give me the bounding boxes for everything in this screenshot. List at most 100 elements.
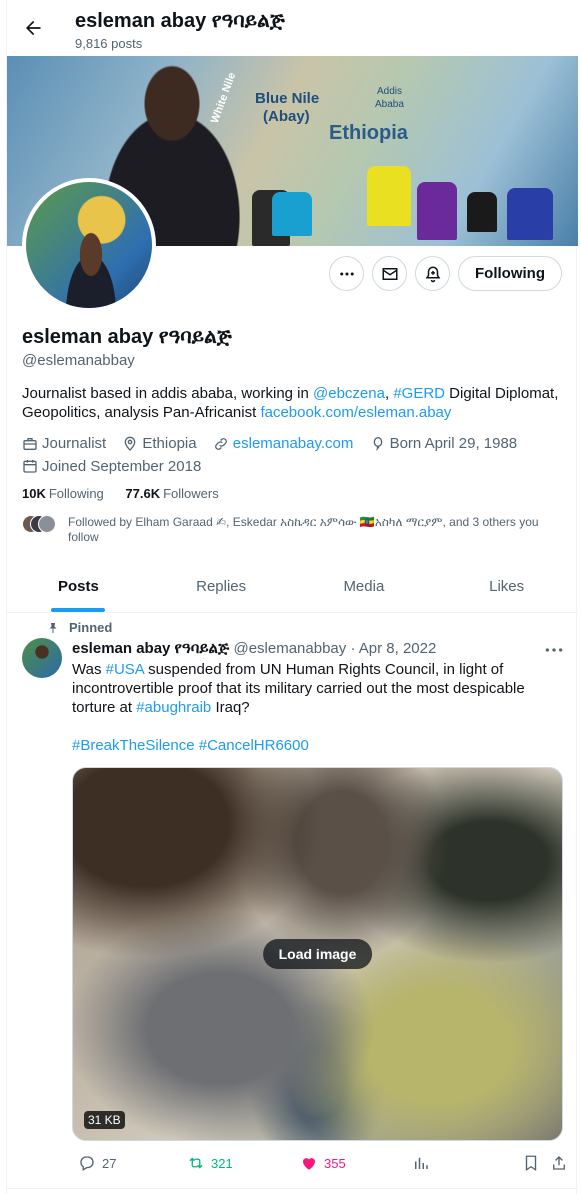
heart-filled-icon xyxy=(303,1158,315,1170)
profile-location: Ethiopia xyxy=(122,434,197,453)
repost-icon xyxy=(189,1157,203,1169)
following-link[interactable]: 10K Following xyxy=(22,486,104,501)
post-author-avatar[interactable] xyxy=(22,638,62,678)
followers-link[interactable]: 77.6K Followers xyxy=(125,486,218,501)
tab-posts[interactable]: Posts xyxy=(7,560,150,612)
category-text: Journalist xyxy=(42,435,107,452)
repost-count: 321 xyxy=(211,1155,233,1171)
briefcase-icon xyxy=(23,437,37,450)
following-label: Following xyxy=(48,486,104,501)
post-date[interactable]: Apr 8, 2022 xyxy=(359,640,437,657)
location-pin-icon xyxy=(125,436,136,451)
post-author-handle[interactable]: @eslemanabbay xyxy=(233,640,346,657)
message-button[interactable] xyxy=(372,256,408,291)
more-dots-icon xyxy=(339,272,354,275)
microphone xyxy=(507,188,553,240)
tab-media[interactable]: Media xyxy=(293,560,436,612)
reply-button[interactable]: 27 xyxy=(78,1154,116,1172)
post-more-icon[interactable] xyxy=(544,642,564,658)
calendar-icon xyxy=(23,460,37,473)
pinned-label: Pinned xyxy=(47,620,112,635)
share-button[interactable] xyxy=(550,1154,568,1172)
pin-icon xyxy=(49,622,57,633)
profile-meta: Journalist Ethiopia eslemanabay.com Born… xyxy=(22,434,567,479)
mini-avatar xyxy=(38,515,56,533)
profile-name: esleman abay የዓባይልጅ xyxy=(22,326,232,348)
profile-handle: @eslemanabbay xyxy=(22,352,135,369)
bookmark-icon xyxy=(525,1155,537,1172)
microphone xyxy=(467,192,497,232)
following-button[interactable]: Following xyxy=(458,256,562,291)
profile-tabs: Posts Replies Media Likes xyxy=(7,560,578,613)
post-text-part: Iraq? xyxy=(211,699,250,716)
post-separator: · xyxy=(350,640,356,657)
tab-likes[interactable]: Likes xyxy=(435,560,578,612)
share-icon xyxy=(553,1156,565,1170)
profile-website[interactable]: eslemanabay.com xyxy=(213,434,354,453)
map-label: Addis xyxy=(377,86,403,97)
hashtag-cancelhr6600-link[interactable]: #CancelHR6600 xyxy=(199,737,309,754)
like-button[interactable]: 355 xyxy=(300,1154,346,1172)
followed-by-avatars xyxy=(22,515,56,533)
profile-avatar[interactable] xyxy=(22,178,156,312)
pinned-post[interactable]: Pinned esleman abay የዓባይልጅ @eslemanabbay… xyxy=(7,614,578,1189)
post-text-part: Was xyxy=(72,661,106,678)
bio-hashtag-link[interactable]: #GERD xyxy=(393,385,445,402)
followed-by-text: Followed by Elham Garaad ✍, Eskedar አስኬዳ… xyxy=(68,515,539,544)
map-label: (Abay) xyxy=(263,108,310,125)
profile-joined: Joined September 2018 xyxy=(22,457,201,476)
back-button[interactable] xyxy=(19,14,47,42)
load-image-button[interactable]: Load image xyxy=(262,939,373,969)
map-label: Ethiopia xyxy=(329,122,408,144)
post-text: Was #USA suspended from UN Human Rights … xyxy=(72,660,562,755)
hashtag-usa-link[interactable]: #USA xyxy=(106,661,144,678)
pinned-text: Pinned xyxy=(69,620,113,635)
more-options-button[interactable] xyxy=(329,256,365,291)
repost-button[interactable]: 321 xyxy=(187,1154,233,1172)
reply-count: 27 xyxy=(102,1155,117,1171)
arrow-left-icon xyxy=(26,20,41,36)
hashtag-abughraib-link[interactable]: #abughraib xyxy=(136,699,211,716)
analytics-button[interactable] xyxy=(412,1154,430,1172)
top-header: esleman abay የዓባይልጅ 9,816 posts xyxy=(7,0,578,56)
post-media-blurred[interactable]: Load image 31 KB xyxy=(72,767,563,1141)
profile-category: Journalist xyxy=(22,434,106,453)
bio-url-link[interactable]: facebook.com/esleman.abay xyxy=(260,404,451,421)
location-text: Ethiopia xyxy=(142,435,197,452)
joined-text: Joined September 2018 xyxy=(42,457,202,475)
profile-birthday: Born April 29, 1988 xyxy=(370,434,518,453)
microphone xyxy=(367,166,411,226)
bar-chart-icon xyxy=(415,1157,428,1169)
envelope-icon xyxy=(382,267,398,280)
profile-actions: Following xyxy=(329,256,562,291)
bookmark-button[interactable] xyxy=(522,1154,540,1172)
reply-icon xyxy=(80,1156,94,1171)
post-action-bar: 27 321 355 xyxy=(72,1154,567,1174)
page-title: esleman abay የዓባይልጅ xyxy=(75,10,285,32)
microphone xyxy=(272,192,312,236)
followers-label: Followers xyxy=(163,486,219,501)
website-link[interactable]: eslemanabay.com xyxy=(233,434,354,453)
tab-replies[interactable]: Replies xyxy=(150,560,293,612)
avatar-person xyxy=(56,232,126,308)
like-count: 355 xyxy=(324,1155,346,1171)
post-author-name[interactable]: esleman abay የዓባይልጅ xyxy=(72,640,229,657)
bell-plus-icon xyxy=(425,265,440,282)
follow-counts: 10K Following 77.6K Followers xyxy=(22,486,219,501)
bio-text: Journalist based in addis ababa, working… xyxy=(22,385,314,402)
followers-count: 77.6K xyxy=(125,486,161,501)
post-count: 9,816 posts xyxy=(75,36,143,51)
post-header: esleman abay የዓባይልጅ @eslemanabbay · Apr … xyxy=(72,640,436,657)
image-size-badge: 31 KB xyxy=(84,1111,125,1129)
following-count: 10K xyxy=(22,486,46,501)
birthday-text: Born April 29, 1988 xyxy=(389,435,518,452)
map-label: Ababa xyxy=(375,99,404,110)
profile-page: esleman abay የዓባይልጅ 9,816 posts Blue Nil… xyxy=(6,0,578,1194)
microphone xyxy=(417,182,457,240)
link-icon xyxy=(214,437,227,450)
map-label: Blue Nile xyxy=(255,90,320,107)
hashtag-breakthesilence-link[interactable]: #BreakTheSilence xyxy=(72,737,195,754)
bio-mention-link[interactable]: @ebczena xyxy=(313,385,385,402)
notifications-button[interactable] xyxy=(415,256,451,291)
balloon-icon xyxy=(373,436,382,450)
